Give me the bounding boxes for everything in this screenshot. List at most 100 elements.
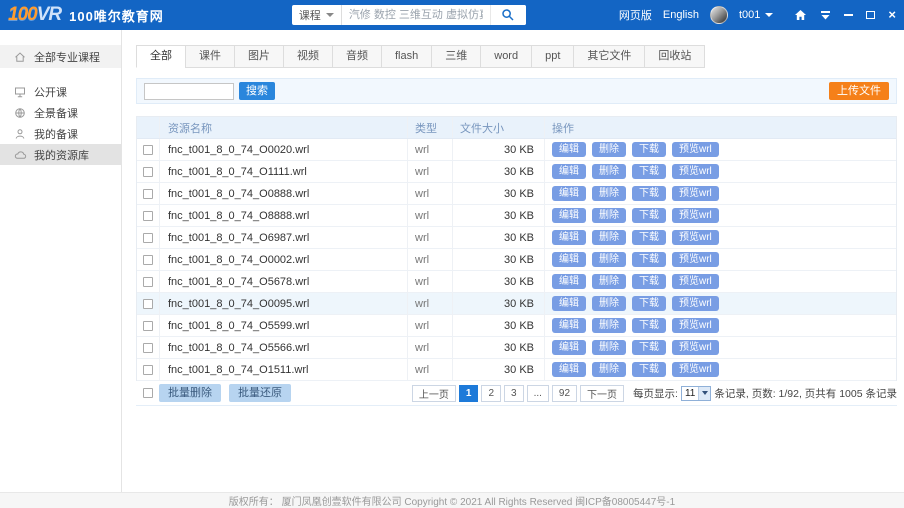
tab-7[interactable]: word (480, 45, 532, 68)
upload-file-button[interactable]: 上传文件 (829, 82, 889, 100)
page-button-3[interactable]: 3 (504, 385, 524, 402)
column-header-name: 资源名称 (160, 117, 408, 138)
preview-wrl-button[interactable]: 预览wrl (672, 296, 719, 311)
tab-0[interactable]: 全部 (136, 45, 186, 68)
row-checkbox[interactable] (143, 299, 153, 309)
preview-wrl-button[interactable]: 预览wrl (672, 230, 719, 245)
sidebar-item-1[interactable]: 公开课 (0, 81, 121, 102)
delete-button[interactable]: 删除 (592, 362, 626, 377)
edit-button[interactable]: 编辑 (552, 274, 586, 289)
edit-button[interactable]: 编辑 (552, 252, 586, 267)
avatar[interactable] (710, 6, 728, 24)
next-page-button[interactable]: 下一页 (580, 385, 624, 402)
download-button[interactable]: 下载 (632, 318, 666, 333)
delete-button[interactable]: 删除 (592, 274, 626, 289)
edit-button[interactable]: 编辑 (552, 296, 586, 311)
tab-5[interactable]: flash (381, 45, 432, 68)
row-checkbox[interactable] (143, 233, 153, 243)
tab-3[interactable]: 视频 (283, 45, 333, 68)
search-button[interactable]: 搜索 (239, 82, 275, 100)
close-button[interactable]: × (888, 8, 896, 22)
delete-button[interactable]: 删除 (592, 230, 626, 245)
edit-button[interactable]: 编辑 (552, 362, 586, 377)
resource-name: fnc_t001_8_0_74_O6987.wrl (160, 227, 408, 248)
user-menu[interactable]: t001 (739, 9, 773, 21)
edit-button[interactable]: 编辑 (552, 318, 586, 333)
edit-button[interactable]: 编辑 (552, 230, 586, 245)
delete-button[interactable]: 删除 (592, 186, 626, 201)
delete-button[interactable]: 删除 (592, 318, 626, 333)
tab-1[interactable]: 课件 (185, 45, 235, 68)
download-button[interactable]: 下载 (632, 164, 666, 179)
delete-button[interactable]: 删除 (592, 208, 626, 223)
row-checkbox[interactable] (143, 145, 153, 155)
tab-6[interactable]: 三维 (431, 45, 481, 68)
logo[interactable]: 100 VR (8, 4, 61, 26)
edit-button[interactable]: 编辑 (552, 164, 586, 179)
page-ellipsis[interactable]: ... (527, 385, 549, 402)
page-button-2[interactable]: 2 (481, 385, 501, 402)
preview-wrl-button[interactable]: 预览wrl (672, 164, 719, 179)
preview-wrl-button[interactable]: 预览wrl (672, 362, 719, 377)
delete-button[interactable]: 删除 (592, 340, 626, 355)
header-search-button[interactable] (490, 5, 526, 25)
download-button[interactable]: 下载 (632, 230, 666, 245)
row-checkbox[interactable] (143, 277, 153, 287)
preview-wrl-button[interactable]: 预览wrl (672, 208, 719, 223)
theme-switch-button[interactable] (820, 8, 831, 22)
row-checkbox[interactable] (143, 255, 153, 265)
sidebar-item-0[interactable]: 全部专业课程 (0, 45, 121, 68)
row-checkbox[interactable] (143, 167, 153, 177)
download-button[interactable]: 下载 (632, 340, 666, 355)
download-button[interactable]: 下载 (632, 208, 666, 223)
row-checkbox[interactable] (143, 189, 153, 199)
preview-wrl-button[interactable]: 预览wrl (672, 318, 719, 333)
edit-button[interactable]: 编辑 (552, 142, 586, 157)
language-link[interactable]: English (663, 9, 699, 21)
download-button[interactable]: 下载 (632, 252, 666, 267)
tab-9[interactable]: 其它文件 (573, 45, 645, 68)
delete-button[interactable]: 删除 (592, 296, 626, 311)
home-button[interactable] (794, 8, 807, 22)
page-size-select[interactable]: 11 (681, 386, 711, 401)
sidebar-item-3[interactable]: 我的备课 (0, 123, 121, 144)
minimize-button[interactable] (844, 8, 853, 22)
resource-search-input[interactable] (144, 83, 234, 100)
maximize-button[interactable] (866, 8, 875, 22)
tab-4[interactable]: 音频 (332, 45, 382, 68)
search-category-dropdown[interactable]: 课程 (292, 5, 342, 25)
row-checkbox[interactable] (143, 343, 153, 353)
preview-wrl-button[interactable]: 预览wrl (672, 252, 719, 267)
download-button[interactable]: 下载 (632, 274, 666, 289)
row-checkbox[interactable] (143, 321, 153, 331)
download-button[interactable]: 下载 (632, 362, 666, 377)
page-button-92[interactable]: 92 (552, 385, 577, 402)
tab-2[interactable]: 图片 (234, 45, 284, 68)
edit-button[interactable]: 编辑 (552, 208, 586, 223)
page-button-1[interactable]: 1 (459, 385, 479, 402)
prev-page-button[interactable]: 上一页 (412, 385, 456, 402)
preview-wrl-button[interactable]: 预览wrl (672, 340, 719, 355)
delete-button[interactable]: 删除 (592, 164, 626, 179)
delete-button[interactable]: 删除 (592, 252, 626, 267)
download-button[interactable]: 下载 (632, 296, 666, 311)
preview-wrl-button[interactable]: 预览wrl (672, 142, 719, 157)
download-button[interactable]: 下载 (632, 142, 666, 157)
download-button[interactable]: 下载 (632, 186, 666, 201)
preview-wrl-button[interactable]: 预览wrl (672, 186, 719, 201)
preview-wrl-button[interactable]: 预览wrl (672, 274, 719, 289)
web-version-link[interactable]: 网页版 (619, 7, 652, 23)
row-checkbox[interactable] (143, 365, 153, 375)
tab-10[interactable]: 回收站 (644, 45, 705, 68)
tab-8[interactable]: ppt (531, 45, 574, 68)
edit-button[interactable]: 编辑 (552, 340, 586, 355)
select-all-checkbox[interactable] (143, 388, 153, 398)
row-checkbox[interactable] (143, 211, 153, 221)
batch-delete-button[interactable]: 批量删除 (159, 384, 221, 402)
edit-button[interactable]: 编辑 (552, 186, 586, 201)
sidebar-item-4[interactable]: 我的资源库 (0, 144, 121, 165)
delete-button[interactable]: 删除 (592, 142, 626, 157)
sidebar-item-2[interactable]: 全景备课 (0, 102, 121, 123)
batch-restore-button[interactable]: 批量还原 (229, 384, 291, 402)
header-search-input[interactable] (342, 5, 490, 25)
